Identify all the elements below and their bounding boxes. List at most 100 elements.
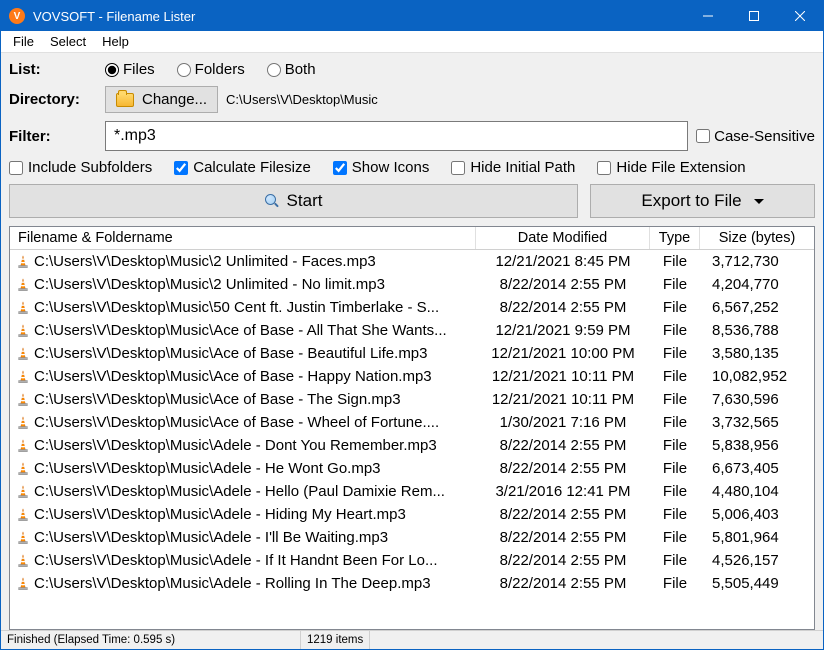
table-row[interactable]: C:\Users\V\Desktop\Music\Adele - Rolling… bbox=[10, 572, 814, 595]
filename-text: C:\Users\V\Desktop\Music\Adele - Hello (… bbox=[34, 483, 445, 500]
menu-file[interactable]: File bbox=[5, 32, 42, 51]
filename-text: C:\Users\V\Desktop\Music\Ace of Base - W… bbox=[34, 414, 439, 431]
show-icons-checkbox[interactable] bbox=[333, 161, 347, 175]
cell-date: 1/30/2021 7:16 PM bbox=[476, 414, 650, 431]
table-row[interactable]: C:\Users\V\Desktop\Music\Ace of Base - W… bbox=[10, 411, 814, 434]
cell-date: 8/22/2014 2:55 PM bbox=[476, 506, 650, 523]
calculate-filesize-checkbox[interactable] bbox=[174, 161, 188, 175]
action-row: Start Export to File bbox=[9, 184, 815, 218]
header-filename[interactable]: Filename & Foldername bbox=[10, 227, 476, 249]
cell-date: 12/21/2021 10:11 PM bbox=[476, 391, 650, 408]
hide-initial-path-checkbox[interactable] bbox=[451, 161, 465, 175]
table-row[interactable]: C:\Users\V\Desktop\Music\Ace of Base - B… bbox=[10, 342, 814, 365]
minimize-button[interactable] bbox=[685, 1, 731, 31]
table-row[interactable]: C:\Users\V\Desktop\Music\Adele - Hello (… bbox=[10, 480, 814, 503]
vlc-icon bbox=[16, 531, 30, 545]
cell-name: C:\Users\V\Desktop\Music\Adele - Hello (… bbox=[10, 483, 476, 500]
cell-date: 12/21/2021 9:59 PM bbox=[476, 322, 650, 339]
options-row: Include Subfolders Calculate Filesize Sh… bbox=[9, 159, 815, 176]
cell-date: 8/22/2014 2:55 PM bbox=[476, 276, 650, 293]
vlc-icon bbox=[16, 370, 30, 384]
cell-size: 5,838,956 bbox=[700, 437, 814, 454]
radio-both-label[interactable]: Both bbox=[267, 61, 316, 78]
table-row[interactable]: C:\Users\V\Desktop\Music\50 Cent ft. Jus… bbox=[10, 296, 814, 319]
cell-name: C:\Users\V\Desktop\Music\Ace of Base - T… bbox=[10, 391, 476, 408]
radio-folders-label[interactable]: Folders bbox=[177, 61, 245, 78]
filename-text: C:\Users\V\Desktop\Music\Ace of Base - T… bbox=[34, 391, 401, 408]
table-row[interactable]: C:\Users\V\Desktop\Music\Adele - Hiding … bbox=[10, 503, 814, 526]
start-button[interactable]: Start bbox=[9, 184, 578, 218]
list-radio-group: Files Folders Both bbox=[105, 61, 316, 78]
vlc-icon bbox=[16, 278, 30, 292]
cell-type: File bbox=[650, 276, 700, 293]
directory-row: Directory: Change... C:\Users\V\Desktop\… bbox=[9, 86, 815, 113]
filename-text: C:\Users\V\Desktop\Music\50 Cent ft. Jus… bbox=[34, 299, 439, 316]
radio-files-label[interactable]: Files bbox=[105, 61, 155, 78]
case-sensitive-checkbox[interactable] bbox=[696, 129, 710, 143]
hide-file-extension-label[interactable]: Hide File Extension bbox=[597, 159, 745, 176]
maximize-button[interactable] bbox=[731, 1, 777, 31]
filter-row: Filter: Case-Sensitive bbox=[9, 121, 815, 151]
cell-date: 12/21/2021 10:11 PM bbox=[476, 368, 650, 385]
table-row[interactable]: C:\Users\V\Desktop\Music\2 Unlimited - N… bbox=[10, 273, 814, 296]
cell-date: 8/22/2014 2:55 PM bbox=[476, 575, 650, 592]
cell-date: 8/22/2014 2:55 PM bbox=[476, 552, 650, 569]
cell-name: C:\Users\V\Desktop\Music\2 Unlimited - F… bbox=[10, 253, 476, 270]
radio-files[interactable] bbox=[105, 63, 119, 77]
hide-initial-path-label[interactable]: Hide Initial Path bbox=[451, 159, 575, 176]
table-body[interactable]: C:\Users\V\Desktop\Music\2 Unlimited - F… bbox=[10, 250, 814, 629]
cell-type: File bbox=[650, 483, 700, 500]
cell-date: 8/22/2014 2:55 PM bbox=[476, 437, 650, 454]
header-date[interactable]: Date Modified bbox=[476, 227, 650, 249]
case-sensitive-text: Case-Sensitive bbox=[714, 128, 815, 145]
table-row[interactable]: C:\Users\V\Desktop\Music\Adele - Dont Yo… bbox=[10, 434, 814, 457]
filename-text: C:\Users\V\Desktop\Music\Adele - Rolling… bbox=[34, 575, 431, 592]
table-row[interactable]: C:\Users\V\Desktop\Music\Adele - I'll Be… bbox=[10, 526, 814, 549]
change-button[interactable]: Change... bbox=[105, 86, 218, 113]
cell-date: 8/22/2014 2:55 PM bbox=[476, 460, 650, 477]
filename-text: C:\Users\V\Desktop\Music\Adele - Hiding … bbox=[34, 506, 406, 523]
export-button[interactable]: Export to File bbox=[590, 184, 815, 218]
include-subfolders-checkbox[interactable] bbox=[9, 161, 23, 175]
cell-name: C:\Users\V\Desktop\Music\Adele - I'll Be… bbox=[10, 529, 476, 546]
radio-files-text: Files bbox=[123, 61, 155, 78]
menu-select[interactable]: Select bbox=[42, 32, 94, 51]
cell-type: File bbox=[650, 552, 700, 569]
header-size[interactable]: Size (bytes) bbox=[700, 227, 814, 249]
table-row[interactable]: C:\Users\V\Desktop\Music\2 Unlimited - F… bbox=[10, 250, 814, 273]
table-row[interactable]: C:\Users\V\Desktop\Music\Adele - If It H… bbox=[10, 549, 814, 572]
table-header: Filename & Foldername Date Modified Type… bbox=[10, 227, 814, 250]
cell-date: 12/21/2021 8:45 PM bbox=[476, 253, 650, 270]
cell-size: 5,505,449 bbox=[700, 575, 814, 592]
radio-folders[interactable] bbox=[177, 63, 191, 77]
hide-file-extension-checkbox[interactable] bbox=[597, 161, 611, 175]
vlc-icon bbox=[16, 301, 30, 315]
cell-name: C:\Users\V\Desktop\Music\Adele - Dont Yo… bbox=[10, 437, 476, 454]
filter-label: Filter: bbox=[9, 128, 97, 145]
cell-type: File bbox=[650, 368, 700, 385]
calculate-filesize-label[interactable]: Calculate Filesize bbox=[174, 159, 311, 176]
hide-file-extension-text: Hide File Extension bbox=[616, 159, 745, 176]
menu-help[interactable]: Help bbox=[94, 32, 137, 51]
vlc-icon bbox=[16, 416, 30, 430]
vlc-icon bbox=[16, 485, 30, 499]
include-subfolders-label[interactable]: Include Subfolders bbox=[9, 159, 152, 176]
filter-input[interactable] bbox=[105, 121, 688, 151]
close-button[interactable] bbox=[777, 1, 823, 31]
status-count: 1219 items bbox=[301, 631, 370, 649]
radio-both[interactable] bbox=[267, 63, 281, 77]
hide-initial-path-text: Hide Initial Path bbox=[470, 159, 575, 176]
table-row[interactable]: C:\Users\V\Desktop\Music\Ace of Base - T… bbox=[10, 388, 814, 411]
cell-size: 6,567,252 bbox=[700, 299, 814, 316]
cell-type: File bbox=[650, 575, 700, 592]
table-row[interactable]: C:\Users\V\Desktop\Music\Ace of Base - A… bbox=[10, 319, 814, 342]
directory-label: Directory: bbox=[9, 91, 97, 108]
radio-both-text: Both bbox=[285, 61, 316, 78]
header-type[interactable]: Type bbox=[650, 227, 700, 249]
cell-date: 8/22/2014 2:55 PM bbox=[476, 529, 650, 546]
table-row[interactable]: C:\Users\V\Desktop\Music\Ace of Base - H… bbox=[10, 365, 814, 388]
case-sensitive-label[interactable]: Case-Sensitive bbox=[696, 128, 815, 145]
table-row[interactable]: C:\Users\V\Desktop\Music\Adele - He Wont… bbox=[10, 457, 814, 480]
vlc-icon bbox=[16, 462, 30, 476]
show-icons-label[interactable]: Show Icons bbox=[333, 159, 430, 176]
